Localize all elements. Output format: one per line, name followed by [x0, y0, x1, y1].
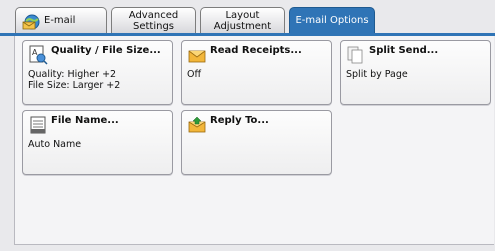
svg-text:A: A: [32, 48, 38, 57]
quality-file-size-button[interactable]: A Quality / File Size... Quality: Higher…: [22, 40, 173, 105]
document-icon: [30, 116, 46, 134]
read-receipts-value: Off: [187, 69, 202, 80]
envelope-icon: [188, 50, 206, 63]
file-name-button[interactable]: File Name... Auto Name: [22, 110, 173, 175]
split-send-button[interactable]: Split Send... Split by Page: [340, 40, 491, 105]
tab-email-options[interactable]: E-mail Options: [289, 7, 375, 33]
split-send-value: Split by Page: [346, 69, 408, 80]
tab-layout-adjustment-label: Layout Adjustment: [213, 9, 272, 32]
tab-advanced-settings[interactable]: Advanced Settings: [111, 7, 196, 33]
tab-advanced-settings-label: Advanced Settings: [128, 9, 179, 32]
tab-email-label: E-mail: [44, 15, 76, 26]
reply-to-title: Reply To...: [210, 115, 269, 126]
split-pages-icon: [347, 46, 363, 64]
tab-email-options-label: E-mail Options: [295, 15, 369, 26]
split-send-title: Split Send...: [369, 45, 439, 56]
email-globe-icon: [22, 14, 40, 30]
quality-value: Quality: Higher +2: [28, 69, 117, 80]
reply-to-button[interactable]: Reply To...: [181, 110, 332, 175]
file-size-value: File Size: Larger +2: [28, 80, 121, 91]
read-receipts-button[interactable]: Read Receipts... Off: [181, 40, 332, 105]
quality-file-size-icon: A: [29, 45, 48, 65]
email-options-screen: E-mail Advanced Settings Layout Adjustment…: [0, 0, 495, 251]
file-name-value: Auto Name: [28, 139, 82, 150]
options-panel: A Quality / File Size... Quality: Higher…: [14, 36, 494, 245]
reply-envelope-icon: [188, 116, 206, 133]
tab-email[interactable]: E-mail: [15, 7, 107, 33]
read-receipts-title: Read Receipts...: [210, 45, 302, 56]
file-name-title: File Name...: [51, 115, 119, 126]
quality-file-size-title: Quality / File Size...: [51, 45, 161, 56]
tab-bar: E-mail Advanced Settings Layout Adjustment…: [14, 7, 493, 33]
tab-layout-adjustment[interactable]: Layout Adjustment: [200, 7, 285, 33]
